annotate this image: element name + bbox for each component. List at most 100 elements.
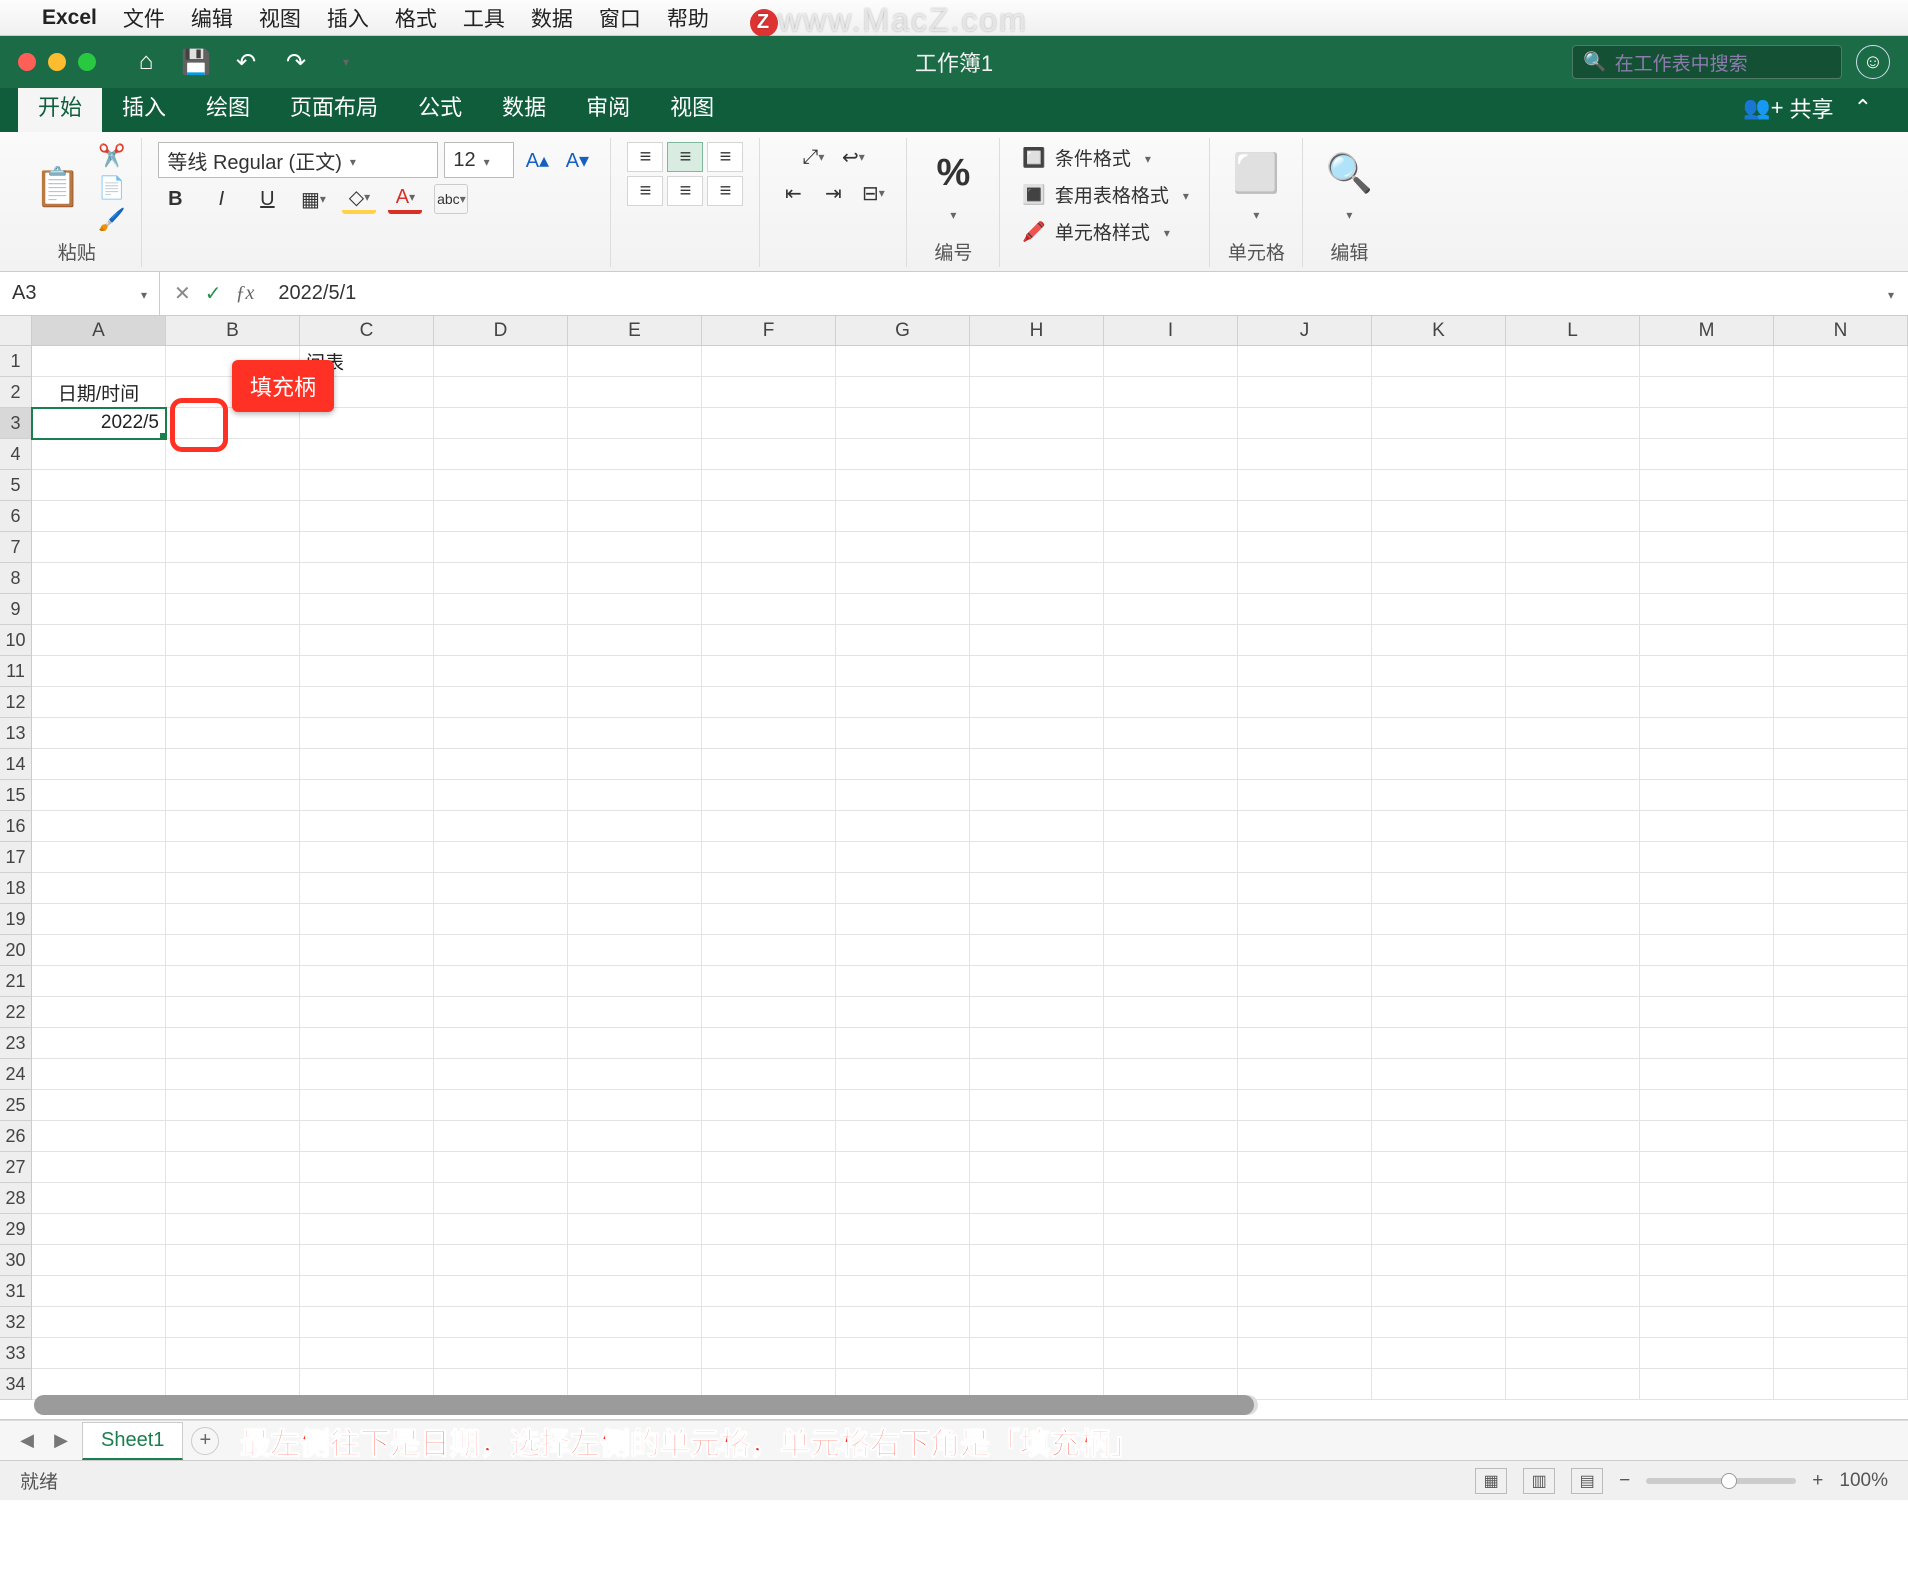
cell-N26[interactable] <box>1774 1121 1908 1152</box>
cell-M23[interactable] <box>1640 1028 1774 1059</box>
cell-C9[interactable] <box>300 594 434 625</box>
align-bottom-icon[interactable]: ≡ <box>707 142 743 172</box>
cell-N27[interactable] <box>1774 1152 1908 1183</box>
cell-K16[interactable] <box>1372 811 1506 842</box>
cell-A15[interactable] <box>32 780 166 811</box>
qat-more-icon[interactable] <box>332 48 360 76</box>
cell-C28[interactable] <box>300 1183 434 1214</box>
cell-D4[interactable] <box>434 439 568 470</box>
tab-layout[interactable]: 页面布局 <box>270 82 398 132</box>
menu-edit[interactable]: 编辑 <box>191 3 233 33</box>
cell-D20[interactable] <box>434 935 568 966</box>
cell-J28[interactable] <box>1238 1183 1372 1214</box>
cell-B8[interactable] <box>166 563 300 594</box>
row-header-22[interactable]: 22 <box>0 997 32 1028</box>
cell-E25[interactable] <box>568 1090 702 1121</box>
cell-N15[interactable] <box>1774 780 1908 811</box>
cell-F26[interactable] <box>702 1121 836 1152</box>
decrease-indent-icon[interactable]: ⇤ <box>776 178 810 208</box>
cell-L25[interactable] <box>1506 1090 1640 1121</box>
cell-G15[interactable] <box>836 780 970 811</box>
cell-F11[interactable] <box>702 656 836 687</box>
cell-H24[interactable] <box>970 1059 1104 1090</box>
cell-H11[interactable] <box>970 656 1104 687</box>
cell-J10[interactable] <box>1238 625 1372 656</box>
row-header-16[interactable]: 16 <box>0 811 32 842</box>
cell-A29[interactable] <box>32 1214 166 1245</box>
cell-B7[interactable] <box>166 532 300 563</box>
cell-C11[interactable] <box>300 656 434 687</box>
tab-data[interactable]: 数据 <box>482 82 566 132</box>
cell-B5[interactable] <box>166 470 300 501</box>
cell-D23[interactable] <box>434 1028 568 1059</box>
cell-M16[interactable] <box>1640 811 1774 842</box>
cell-J22[interactable] <box>1238 997 1372 1028</box>
copy-icon[interactable]: 📄 <box>98 175 125 201</box>
row-header-23[interactable]: 23 <box>0 1028 32 1059</box>
cell-D5[interactable] <box>434 470 568 501</box>
cell-I19[interactable] <box>1104 904 1238 935</box>
cell-L29[interactable] <box>1506 1214 1640 1245</box>
cell-I5[interactable] <box>1104 470 1238 501</box>
row-header-13[interactable]: 13 <box>0 718 32 749</box>
col-header-C[interactable]: C <box>300 316 434 346</box>
cell-K21[interactable] <box>1372 966 1506 997</box>
cell-N11[interactable] <box>1774 656 1908 687</box>
cell-K34[interactable] <box>1372 1369 1506 1400</box>
cell-M30[interactable] <box>1640 1245 1774 1276</box>
cell-E3[interactable] <box>568 408 702 439</box>
increase-indent-icon[interactable]: ⇥ <box>816 178 850 208</box>
cell-M2[interactable] <box>1640 377 1774 408</box>
cell-D1[interactable] <box>434 346 568 377</box>
cell-E8[interactable] <box>568 563 702 594</box>
cell-K22[interactable] <box>1372 997 1506 1028</box>
cell-F6[interactable] <box>702 501 836 532</box>
prev-sheet-icon[interactable]: ◀ <box>14 1428 40 1454</box>
cell-G9[interactable] <box>836 594 970 625</box>
cell-B22[interactable] <box>166 997 300 1028</box>
cell-M31[interactable] <box>1640 1276 1774 1307</box>
fill-color-button[interactable]: ◇ <box>342 184 376 214</box>
cell-D10[interactable] <box>434 625 568 656</box>
cell-D28[interactable] <box>434 1183 568 1214</box>
cell-N14[interactable] <box>1774 749 1908 780</box>
cell-M19[interactable] <box>1640 904 1774 935</box>
cell-I28[interactable] <box>1104 1183 1238 1214</box>
cell-N1[interactable] <box>1774 346 1908 377</box>
cell-G20[interactable] <box>836 935 970 966</box>
cell-D14[interactable] <box>434 749 568 780</box>
col-header-D[interactable]: D <box>434 316 568 346</box>
cell-A3[interactable]: 2022/5 <box>32 408 166 439</box>
cell-L24[interactable] <box>1506 1059 1640 1090</box>
cell-H26[interactable] <box>970 1121 1104 1152</box>
cell-D12[interactable] <box>434 687 568 718</box>
cell-M7[interactable] <box>1640 532 1774 563</box>
zoom-slider[interactable] <box>1646 1478 1796 1484</box>
cell-G22[interactable] <box>836 997 970 1028</box>
cell-I20[interactable] <box>1104 935 1238 966</box>
cell-D7[interactable] <box>434 532 568 563</box>
zoom-out-button[interactable]: − <box>1619 1470 1630 1492</box>
undo-icon[interactable]: ↶ <box>232 48 260 76</box>
col-header-A[interactable]: A <box>32 316 166 346</box>
find-button[interactable]: 🔍 <box>1319 148 1379 229</box>
app-name[interactable]: Excel <box>42 6 97 30</box>
cell-G21[interactable] <box>836 966 970 997</box>
row-header-24[interactable]: 24 <box>0 1059 32 1090</box>
row-header-9[interactable]: 9 <box>0 594 32 625</box>
cell-A31[interactable] <box>32 1276 166 1307</box>
cell-B17[interactable] <box>166 842 300 873</box>
cell-N34[interactable] <box>1774 1369 1908 1400</box>
cell-H8[interactable] <box>970 563 1104 594</box>
cell-L11[interactable] <box>1506 656 1640 687</box>
cell-H28[interactable] <box>970 1183 1104 1214</box>
row-header-14[interactable]: 14 <box>0 749 32 780</box>
home-icon[interactable]: ⌂ <box>132 48 160 76</box>
cell-J20[interactable] <box>1238 935 1372 966</box>
cell-I17[interactable] <box>1104 842 1238 873</box>
cell-E26[interactable] <box>568 1121 702 1152</box>
italic-button[interactable]: I <box>204 184 238 214</box>
cell-K5[interactable] <box>1372 470 1506 501</box>
cell-M33[interactable] <box>1640 1338 1774 1369</box>
cell-N28[interactable] <box>1774 1183 1908 1214</box>
